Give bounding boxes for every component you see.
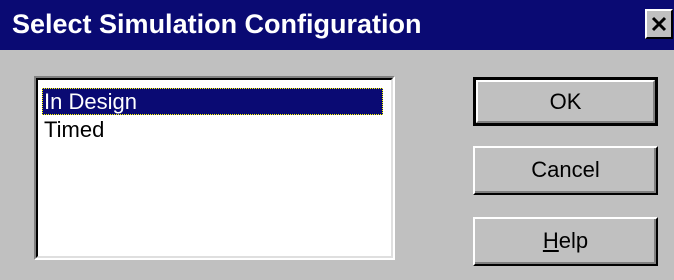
cancel-button[interactable]: Cancel [473, 146, 658, 195]
list-item-in-design[interactable]: In Design [42, 88, 383, 115]
select-simulation-configuration-dialog: Select Simulation Configuration In Desig… [0, 0, 674, 280]
ok-button-label: OK [549, 89, 582, 114]
close-icon [651, 16, 667, 32]
close-button[interactable] [645, 9, 673, 39]
configuration-listbox[interactable]: In Design Timed [34, 76, 395, 260]
title-bar[interactable]: Select Simulation Configuration [0, 0, 674, 50]
help-mnemonic: H [542, 228, 559, 253]
help-button-label: Help [543, 228, 588, 253]
list-item-label: Timed [44, 117, 105, 142]
help-button[interactable]: Help [473, 217, 658, 266]
window-title: Select Simulation Configuration [12, 9, 422, 39]
list-item-label: In Design [44, 89, 137, 114]
listbox-frame: In Design Timed [36, 78, 393, 258]
cancel-button-label: Cancel [531, 157, 600, 182]
help-label-rest: elp [558, 228, 589, 253]
list-item-timed[interactable]: Timed [42, 116, 383, 143]
ok-button[interactable]: OK [473, 77, 658, 126]
